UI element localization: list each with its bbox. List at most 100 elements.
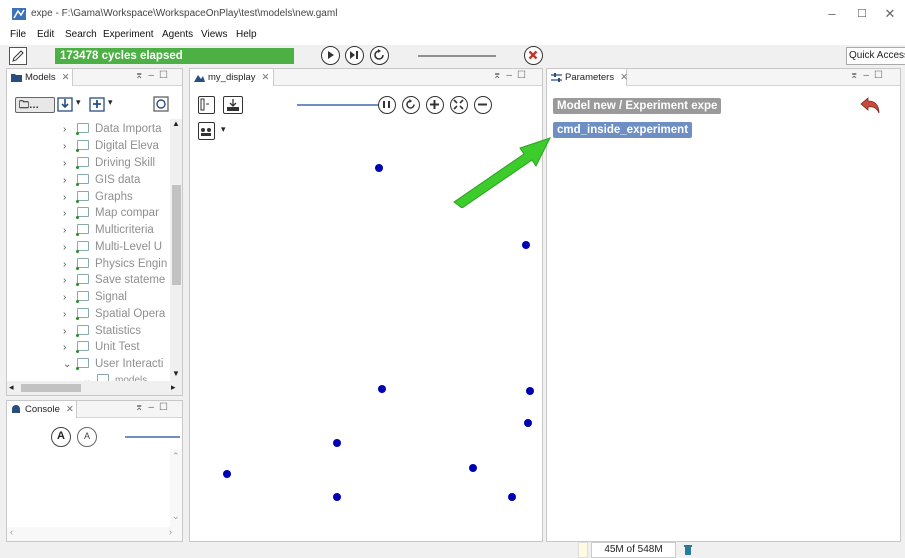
folder-icon [76,341,89,353]
menu-bar: File Edit Search Experiment Agents Views… [0,28,905,45]
console-slider[interactable] [125,436,180,438]
chevron-down-icon[interactable]: ▾ [221,124,226,135]
clock-icon [153,96,169,112]
scroll-up-icon[interactable]: ⌃ [172,451,180,462]
chevron-down-icon[interactable]: ▾ [76,97,81,108]
console-hscrollbar[interactable]: ‹ › [7,527,182,541]
run-button[interactable] [321,46,340,65]
step-button[interactable] [345,46,364,65]
folder-icon [76,191,89,203]
close-tab-icon[interactable]: ✕ [262,72,270,83]
view-controls[interactable]: ⌆–☐ [135,402,173,413]
tree-item[interactable]: › Unit Test [63,339,140,355]
tree-item[interactable]: › Driving Skill [63,155,155,171]
reload-button[interactable] [370,46,389,65]
zoom-slider[interactable] [297,104,379,106]
tree-item[interactable]: › Data Importa [63,121,161,137]
edit-pencil-button[interactable] [9,47,27,65]
trash-icon[interactable] [683,543,693,556]
pause-icon [383,101,390,108]
toggle-side-button[interactable] [198,96,215,114]
scroll-left-icon[interactable]: ‹ [10,527,13,537]
snapshot-button[interactable] [223,96,243,114]
models-vscrollbar[interactable]: ▲ ▼ [170,119,182,381]
revert-button[interactable] [859,96,881,116]
parameter-button-cmd[interactable]: cmd_inside_experiment [553,122,693,138]
tab-models[interactable]: Models ✕ [7,69,73,86]
menu-file[interactable]: File [10,29,26,40]
tree-item[interactable]: › Map compar [63,205,159,221]
console-vscrollbar[interactable]: ⌃ ⌄ [170,449,182,527]
agent-dot[interactable] [378,385,386,393]
collapse-all-button[interactable]: 🗀… [15,97,55,113]
tree-item[interactable]: ⌄ User Interacti [63,356,163,372]
scroll-right-icon[interactable]: ▸ [171,382,176,393]
agent-dot[interactable] [223,470,231,478]
agent-dot[interactable] [333,493,341,501]
scroll-down-icon[interactable]: ⌄ [172,511,180,522]
tab-parameters[interactable]: Parameters ✕ [547,69,628,86]
agent-dot[interactable] [333,439,341,447]
close-tab-icon[interactable]: ✕ [62,72,70,83]
menu-experiment[interactable]: Experiment [103,29,154,40]
chevron-down-icon[interactable]: ▾ [108,97,113,108]
close-tab-icon[interactable]: ✕ [66,404,74,415]
agent-dot[interactable] [375,164,383,172]
tree-item[interactable]: › Digital Eleva [63,138,159,154]
tab-my-display[interactable]: my_display ✕ [190,69,274,86]
scroll-thumb[interactable] [21,384,81,392]
close-experiment-button[interactable] [524,46,543,65]
menu-views[interactable]: Views [201,29,228,40]
maximize-button[interactable]: ☐ [847,4,877,24]
speed-slider[interactable] [418,55,496,57]
tree-item[interactable]: › GIS data [63,172,140,188]
tree-item[interactable]: › Spatial Opera [63,306,165,322]
import-button[interactable] [57,95,73,113]
layers-button[interactable] [198,122,215,140]
scroll-thumb[interactable] [172,185,181,285]
scroll-right-icon[interactable]: › [169,527,172,537]
tree-item[interactable]: › Multicriteria [63,222,154,238]
agent-dot[interactable] [524,419,532,427]
models-hscrollbar[interactable]: ◂ ▸ [7,381,182,395]
menu-agents[interactable]: Agents [162,29,193,40]
zoom-in-button[interactable] [426,96,444,114]
tree-item[interactable]: › Graphs [63,189,133,205]
view-controls[interactable]: ⌆–☐ [850,70,888,81]
folder-icon [76,224,89,236]
close-window-button[interactable]: ✕ [875,4,905,24]
agent-dot[interactable] [508,493,516,501]
view-controls[interactable]: ⌆–☐ [135,70,173,81]
font-increase-button[interactable]: A [51,427,71,447]
scroll-left-icon[interactable]: ◂ [9,382,14,393]
tree-item[interactable]: › Multi-Level U [63,239,162,255]
menu-help[interactable]: Help [236,29,257,40]
tree-item[interactable]: › Statistics [63,323,141,339]
tree-item[interactable]: › Physics Engin [63,256,167,272]
tree-item[interactable]: ⌄ models [83,373,147,381]
tree-item[interactable]: › Signal [63,289,127,305]
pause-button[interactable] [378,96,396,114]
scroll-down-icon[interactable]: ▼ [172,369,180,378]
menu-search[interactable]: Search [65,29,97,40]
new-model-button[interactable] [89,95,105,113]
zoom-fit-button[interactable] [450,96,468,114]
scroll-up-icon[interactable]: ▲ [172,119,180,128]
sync-button[interactable] [402,96,420,114]
tab-console[interactable]: Console ✕ [7,401,77,418]
minimize-button[interactable]: – [817,4,847,24]
tree-item[interactable]: › Save stateme [63,272,165,288]
library-button[interactable] [152,95,170,113]
agent-dot[interactable] [469,464,477,472]
menu-edit[interactable]: Edit [37,29,54,40]
zoom-out-button[interactable] [474,96,492,114]
quick-access-input[interactable]: Quick Access [846,47,905,65]
view-controls[interactable]: ⌆–☐ [493,70,531,81]
close-tab-icon[interactable]: ✕ [620,72,628,83]
font-decrease-button[interactable]: A [77,427,97,447]
download-icon [227,99,239,111]
agent-dot[interactable] [522,241,530,249]
green-arrow-annotation [453,137,551,208]
agent-dot[interactable] [526,387,534,395]
folder-icon [76,140,89,152]
